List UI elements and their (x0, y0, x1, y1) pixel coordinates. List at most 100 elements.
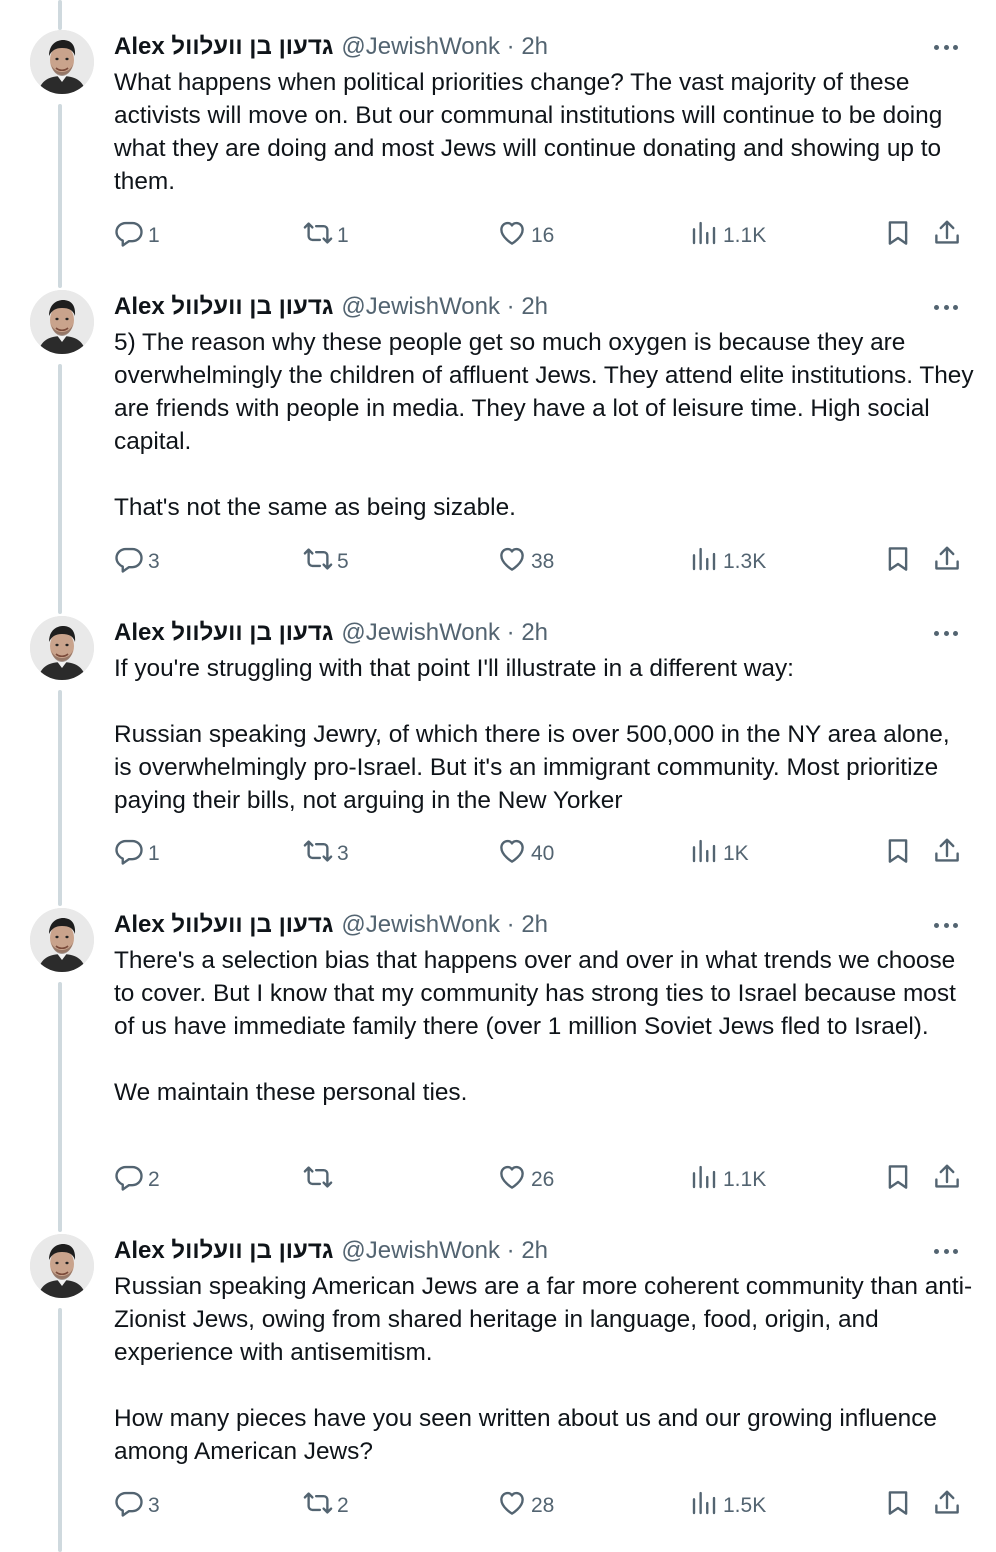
views-button[interactable]: 1.3K (689, 542, 766, 582)
repost-button[interactable]: 1 (303, 216, 349, 256)
more-options-icon[interactable] (932, 293, 960, 321)
author-handle[interactable]: @JewishWonk · 2h (341, 911, 548, 939)
reply-icon (114, 1162, 144, 1198)
share-button[interactable] (932, 1160, 962, 1200)
reply-button[interactable]: 2 (114, 1160, 160, 1200)
tweet-paragraph: 5) The reason why these people get so mu… (114, 329, 974, 455)
reply-button[interactable]: 3 (114, 1486, 160, 1526)
share-icon (932, 836, 962, 872)
avatar[interactable] (30, 290, 94, 354)
share-button[interactable] (932, 216, 962, 256)
reply-count: 2 (148, 1168, 160, 1191)
share-button[interactable] (932, 542, 962, 582)
like-button[interactable]: 28 (497, 1486, 554, 1526)
more-options-icon[interactable] (932, 619, 960, 647)
share-button[interactable] (932, 1486, 962, 1526)
tweet-text: What happens when political priorities c… (114, 66, 974, 198)
action-bar: 2 26 1.1K (0, 1160, 996, 1200)
reply-count: 3 (148, 1494, 160, 1517)
author-handle[interactable]: @JewishWonk · 2h (341, 1237, 548, 1265)
views-chart-icon (689, 1162, 719, 1198)
repost-button[interactable]: 2 (303, 1486, 349, 1526)
author-handle[interactable]: @JewishWonk · 2h (341, 619, 548, 647)
repost-icon (303, 1488, 333, 1524)
views-button[interactable]: 1K (689, 834, 749, 874)
tweet-text: There's a selection bias that happens ov… (114, 944, 974, 1109)
views-button[interactable]: 1.1K (689, 216, 766, 256)
author-name[interactable]: Alex גדעון בן וועלוול (114, 293, 333, 321)
view-count: 1.3K (723, 550, 767, 573)
author-name[interactable]: Alex גדעון בן וועלוול (114, 1237, 333, 1265)
repost-icon (303, 1162, 333, 1198)
repost-count: 5 (337, 550, 349, 573)
avatar[interactable] (30, 616, 94, 680)
heart-icon (497, 1488, 527, 1524)
more-options-icon[interactable] (932, 33, 960, 61)
reply-button[interactable]: 1 (114, 216, 160, 256)
views-button[interactable]: 1.1K (689, 1160, 766, 1200)
avatar[interactable] (30, 1234, 94, 1298)
heart-icon (497, 218, 527, 254)
heart-icon (497, 544, 527, 580)
tweet-paragraph: Russian speaking American Jews are a far… (114, 1273, 973, 1366)
repost-icon (303, 544, 333, 580)
author-name[interactable]: Alex גדעון בן וועלוול (114, 33, 333, 61)
like-count: 16 (531, 224, 555, 247)
avatar[interactable] (30, 30, 94, 94)
view-count: 1.1K (723, 1168, 767, 1191)
avatar[interactable] (30, 908, 94, 972)
reply-icon (114, 544, 144, 580)
reply-count: 1 (148, 842, 160, 865)
views-button[interactable]: 1.5K (689, 1486, 766, 1526)
bookmark-button[interactable] (883, 1486, 913, 1526)
reply-button[interactable]: 1 (114, 834, 160, 874)
tweet-header: Alex גדעון בן וועלוול @JewishWonk · 2h (114, 908, 548, 942)
views-chart-icon (689, 218, 719, 254)
action-bar: 1 1 16 1.1K (0, 216, 996, 256)
reply-button[interactable]: 3 (114, 542, 160, 582)
views-chart-icon (689, 544, 719, 580)
more-options-icon[interactable] (932, 1237, 960, 1265)
reply-icon (114, 1488, 144, 1524)
bookmark-button[interactable] (883, 216, 913, 256)
bookmark-icon (883, 218, 913, 254)
bookmark-icon (883, 544, 913, 580)
author-handle[interactable]: @JewishWonk · 2h (341, 293, 548, 321)
action-bar: 1 3 40 1K (0, 834, 996, 874)
repost-button[interactable] (303, 1160, 337, 1200)
like-button[interactable]: 16 (497, 216, 554, 256)
bookmark-icon (883, 836, 913, 872)
repost-button[interactable]: 5 (303, 542, 349, 582)
author-name[interactable]: Alex גדעון בן וועלוול (114, 911, 333, 939)
bookmark-icon (883, 1488, 913, 1524)
view-count: 1K (723, 842, 749, 865)
tweet-paragraph: If you're struggling with that point I'l… (114, 655, 794, 682)
bookmark-icon (883, 1162, 913, 1198)
like-button[interactable]: 38 (497, 542, 554, 582)
more-options-icon[interactable] (932, 911, 960, 939)
bookmark-button[interactable] (883, 834, 913, 874)
bookmark-button[interactable] (883, 1160, 913, 1200)
tweet-paragraph: There's a selection bias that happens ov… (114, 947, 956, 1040)
tweet-paragraph: What happens when political priorities c… (114, 69, 943, 195)
reply-icon (114, 836, 144, 872)
like-count: 40 (531, 842, 555, 865)
repost-button[interactable]: 3 (303, 834, 349, 874)
like-button[interactable]: 26 (497, 1160, 554, 1200)
bookmark-button[interactable] (883, 542, 913, 582)
author-name[interactable]: Alex גדעון בן וועלוול (114, 619, 333, 647)
views-chart-icon (689, 836, 719, 872)
repost-count: 3 (337, 842, 349, 865)
share-button[interactable] (932, 834, 962, 874)
view-count: 1.5K (723, 1494, 767, 1517)
action-bar: 3 2 28 1.5K (0, 1486, 996, 1526)
tweet-header: Alex גדעון בן וועלוול @JewishWonk · 2h (114, 616, 548, 650)
heart-icon (497, 836, 527, 872)
like-button[interactable]: 40 (497, 834, 554, 874)
tweet-header: Alex גדעון בן וועלוול @JewishWonk · 2h (114, 30, 548, 64)
like-count: 28 (531, 1494, 555, 1517)
heart-icon (497, 1162, 527, 1198)
repost-count: 1 (337, 224, 349, 247)
tweet-paragraph: How many pieces have you seen written ab… (114, 1405, 937, 1465)
author-handle[interactable]: @JewishWonk · 2h (341, 33, 548, 61)
